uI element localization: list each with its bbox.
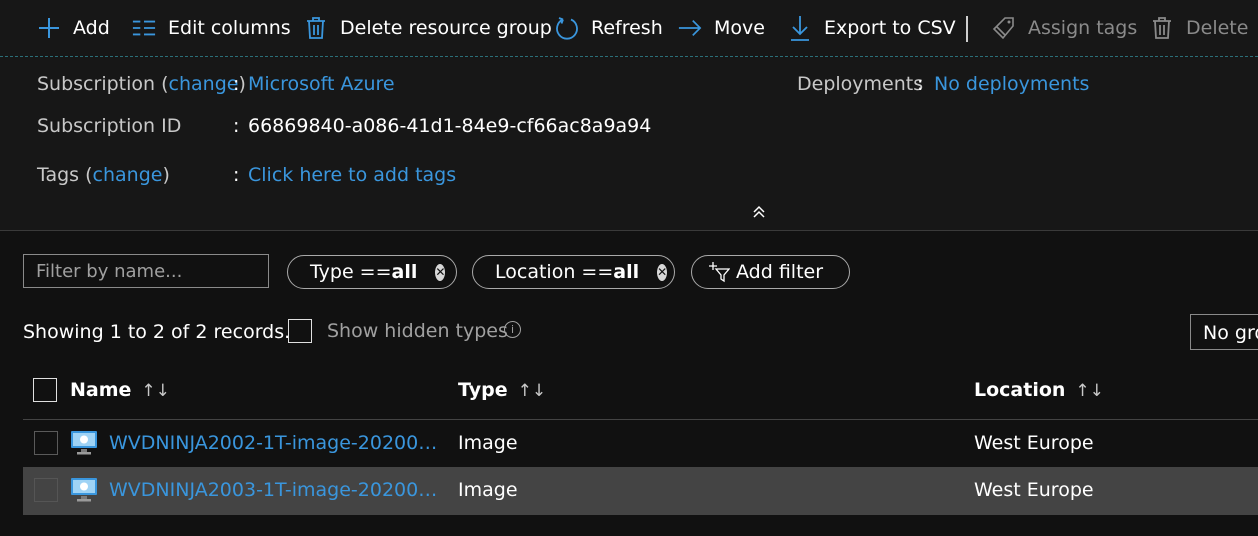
sort-icon: ↑↓ [1075, 381, 1104, 401]
vm-image-icon [70, 430, 98, 461]
plus-icon [37, 16, 61, 40]
colon: : [917, 73, 924, 95]
export-csv-label: Export to CSV [824, 17, 956, 39]
add-label: Add [73, 17, 110, 39]
location-filter-label: Location == [495, 261, 614, 283]
add-filter-button[interactable]: Add filter [691, 255, 850, 289]
sort-icon: ↑↓ [517, 381, 547, 401]
subscription-id-value: 66869840-a086-41d1-84e9-cf66ac8a9a94 [248, 115, 652, 137]
resource-location: West Europe [974, 432, 1094, 454]
table-row[interactable]: WVDNINJA2002-1T-image-20200227... Image … [23, 419, 1258, 468]
delete-resource-group-label: Delete resource group [340, 17, 552, 39]
delete-button[interactable]: Delete [1150, 0, 1248, 56]
filter-by-name-input[interactable] [23, 254, 269, 288]
records-count: Showing 1 to 2 of 2 records. [23, 321, 291, 343]
arrow-right-icon [678, 16, 702, 40]
location-filter-pill[interactable]: Location == all ✕ [472, 255, 675, 289]
assign-tags-label: Assign tags [1028, 17, 1138, 39]
select-all-checkbox[interactable] [33, 378, 57, 402]
refresh-label: Refresh [591, 17, 663, 39]
assign-tags-button[interactable]: Assign tags [992, 0, 1137, 56]
row-checkbox[interactable] [34, 478, 58, 502]
table-row[interactable]: WVDNINJA2003-1T-image-20200320... Image … [23, 467, 1258, 515]
resource-type: Image [458, 432, 518, 454]
location-filter-value: all [613, 261, 640, 283]
columns-icon [132, 16, 156, 40]
download-icon [788, 16, 812, 41]
colon: : [233, 73, 240, 95]
edit-columns-button[interactable]: Edit columns [132, 0, 291, 56]
show-hidden-checkbox[interactable] [288, 319, 312, 343]
deployments-link[interactable]: No deployments [934, 73, 1089, 95]
add-filter-icon [708, 261, 730, 283]
refresh-icon [555, 16, 579, 40]
trash-icon [1150, 16, 1174, 40]
subscription-label-text: Subscription [37, 73, 156, 95]
resource-name-link[interactable]: WVDNINJA2003-1T-image-20200320... [109, 479, 445, 501]
command-bar: Add Edit columns Delete resource group R… [0, 0, 1258, 57]
sort-icon: ↑↓ [141, 381, 170, 401]
subscription-id-label: Subscription ID [37, 115, 182, 137]
add-button[interactable]: Add [37, 0, 110, 56]
tag-icon [992, 16, 1016, 40]
type-filter-pill[interactable]: Type == all ✕ [287, 255, 457, 289]
tags-label-text: Tags [37, 164, 80, 186]
resource-type: Image [458, 479, 518, 501]
delete-label: Delete [1186, 17, 1249, 39]
export-csv-button[interactable]: Export to CSV [788, 0, 956, 56]
column-header-type-label: Type [458, 379, 508, 401]
tags-label: Tags (change) [37, 164, 170, 186]
collapse-chevron-icon[interactable] [752, 204, 766, 223]
trash-icon [304, 16, 328, 40]
colon: : [233, 164, 240, 186]
colon: : [233, 115, 240, 137]
essentials-panel: Subscription (change) : Microsoft Azure … [0, 57, 1258, 231]
vm-image-icon [70, 477, 98, 508]
subscription-label: Subscription (change) [37, 73, 246, 95]
deployments-label: Deployments [797, 73, 924, 95]
resource-location: West Europe [974, 479, 1094, 501]
tags-change-link[interactable]: change [93, 164, 163, 186]
delete-resource-group-button[interactable]: Delete resource group [304, 0, 552, 56]
type-filter-label: Type == [310, 261, 392, 283]
subscription-link[interactable]: Microsoft Azure [248, 73, 395, 95]
info-icon[interactable]: i [504, 321, 521, 338]
move-label: Move [714, 17, 765, 39]
show-hidden-label: Show hidden types [327, 320, 508, 342]
row-checkbox[interactable] [34, 431, 58, 455]
column-header-name[interactable]: Name ↑↓ [70, 379, 170, 401]
grouping-select[interactable]: No grouping [1190, 314, 1258, 350]
close-icon[interactable]: ✕ [435, 263, 446, 281]
resource-name-link[interactable]: WVDNINJA2002-1T-image-20200227... [109, 432, 445, 454]
add-filter-label: Add filter [736, 261, 824, 283]
edit-columns-label: Edit columns [168, 17, 291, 39]
column-header-name-label: Name [70, 379, 132, 401]
move-button[interactable]: Move [678, 0, 765, 56]
close-icon[interactable]: ✕ [657, 263, 668, 281]
column-header-type[interactable]: Type ↑↓ [458, 379, 546, 401]
toolbar-divider [966, 16, 968, 42]
refresh-button[interactable]: Refresh [555, 0, 663, 56]
subscription-change-link[interactable]: change [169, 73, 239, 95]
column-header-location-label: Location [974, 379, 1066, 401]
type-filter-value: all [391, 261, 418, 283]
add-tags-link[interactable]: Click here to add tags [248, 164, 456, 186]
column-header-location[interactable]: Location ↑↓ [974, 379, 1104, 401]
